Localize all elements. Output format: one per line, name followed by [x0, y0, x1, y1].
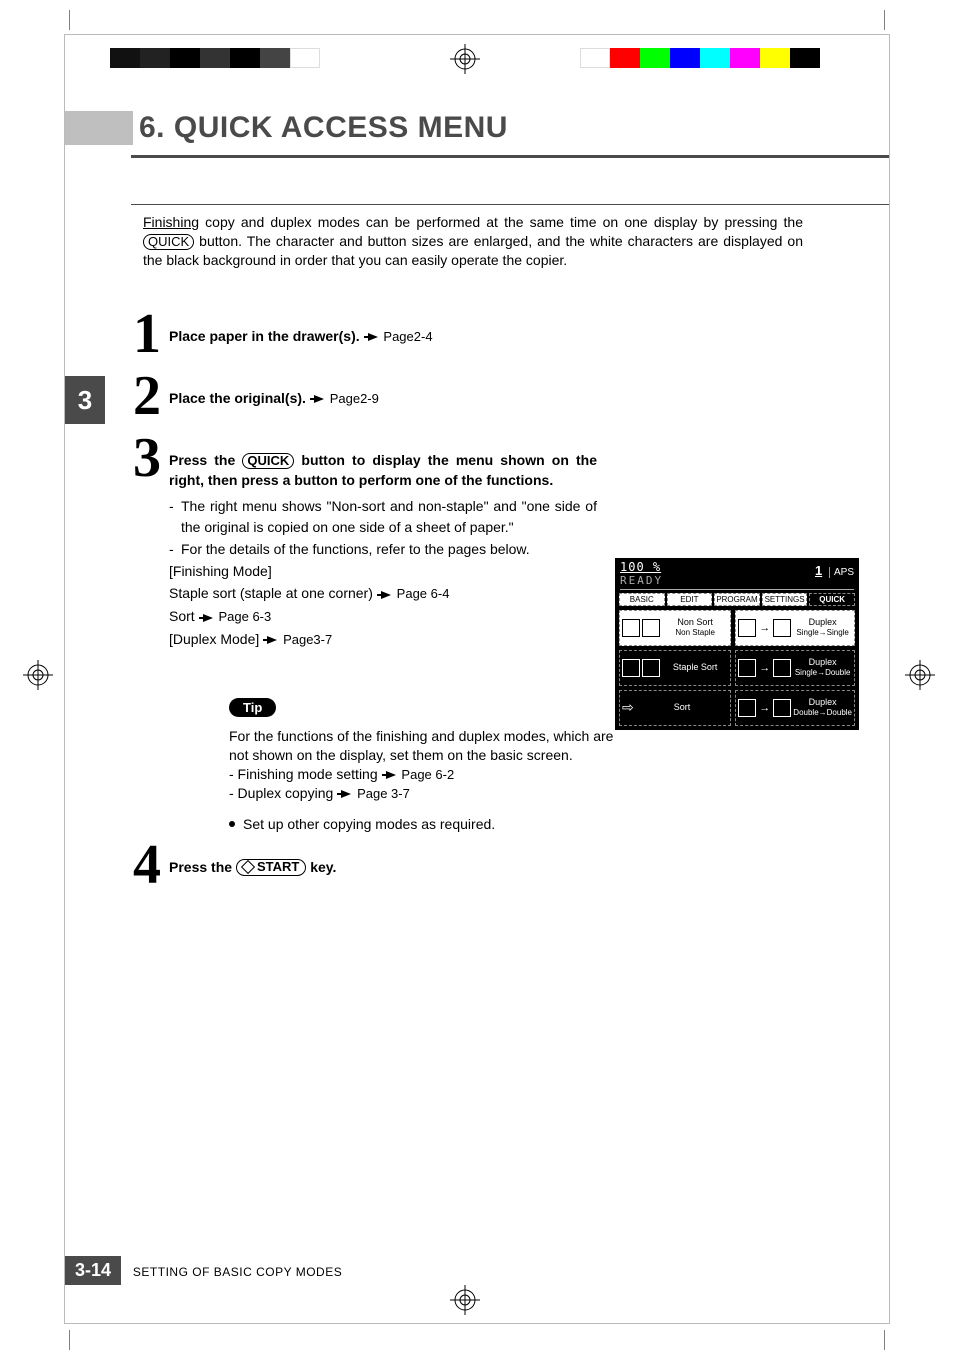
tip-item-1: - Finishing mode setting Page 6-2 [229, 765, 629, 784]
intro-underlined-word: Finishing [143, 214, 199, 230]
arrow-icon [314, 395, 324, 403]
stack-icon [642, 619, 660, 637]
arrow-icon [267, 636, 277, 644]
sort-icon: ⇨ [622, 699, 634, 716]
step-1-title: Place paper in the drawer(s). [169, 328, 360, 344]
stack-icon [622, 619, 640, 637]
step-2-ref: Page2-9 [330, 391, 379, 406]
display-tab-basic[interactable]: BASIC [619, 593, 665, 606]
tip-item-2: - Duplex copying Page 3-7 [229, 784, 629, 803]
finishing-mode-label: [Finishing Mode] [169, 561, 597, 581]
arrow-icon [368, 333, 378, 341]
staple-sort-line: Staple sort (staple at one corner) Page … [169, 583, 597, 604]
arrow-right-icon: → [759, 662, 770, 674]
footer-page-number: 3-14 [65, 1256, 121, 1285]
arrow-icon [386, 771, 396, 779]
stack-icon [622, 659, 640, 677]
step-1: 1 Place paper in the drawer(s). Page2-4 [125, 326, 865, 382]
tip-body: For the functions of the finishing and d… [229, 728, 613, 763]
tip-badge: Tip [229, 698, 276, 717]
display-ready: READY [620, 574, 663, 587]
intro-top-rule [131, 204, 889, 205]
step-number: 3 [125, 430, 169, 486]
step-3-notes: The right menu shows "Non-sort and non-s… [169, 496, 597, 559]
display-btn-duplex-dd[interactable]: → DuplexDouble→Double [735, 690, 855, 726]
page-icon [773, 699, 791, 717]
step-3-title: Press the QUICK button to display the me… [169, 450, 597, 491]
arrow-right-icon: → [759, 622, 770, 634]
step-3: 3 Press the QUICK button to display the … [125, 450, 865, 652]
step-number: 2 [125, 368, 169, 424]
display-tab-quick[interactable]: QUICK [809, 593, 855, 606]
page-frame: 6. QUICK ACCESS MENU Finishing copy and … [64, 34, 890, 1324]
start-key-icon: START [236, 859, 306, 875]
heading-underline-thick [131, 155, 889, 158]
steps-container: 1 Place paper in the drawer(s). Page2-4 … [125, 326, 865, 914]
tip-section: Tip For the functions of the finishing a… [229, 698, 629, 833]
display-btn-staplesort[interactable]: Staple Sort [619, 650, 731, 686]
step-2: 2 Place the original(s). Page2-9 [125, 388, 865, 444]
display-tab-edit[interactable]: EDIT [667, 593, 713, 606]
step-4-title: Press the START key. [169, 859, 336, 875]
display-zoom: 100 % [620, 560, 661, 574]
step-1-ref: Page2-4 [383, 329, 432, 344]
step-3-note-2: For the details of the functions, refer … [169, 539, 597, 559]
crop-mark-br [884, 1320, 914, 1350]
display-tabs: BASIC EDIT PROGRAM SETTINGS QUICK [616, 590, 858, 610]
registration-mark-right [900, 660, 940, 690]
tip-extra: Set up other copying modes as required. [229, 815, 629, 834]
crop-mark-bl [40, 1320, 70, 1350]
step-number: 1 [125, 306, 169, 362]
display-tab-settings[interactable]: SETTINGS [762, 593, 808, 606]
duplex-mode-line: [Duplex Mode] Page3-7 [169, 629, 597, 650]
diamond-icon [241, 860, 255, 874]
page-icon [738, 699, 756, 717]
quick-key-icon: QUICK [242, 453, 294, 469]
arrow-icon [203, 614, 213, 622]
chapter-tab: 3 [65, 376, 105, 424]
arrow-right-icon: → [759, 702, 770, 714]
display-count: 1 [815, 563, 822, 578]
page-icon [773, 619, 791, 637]
heading-row: 6. QUICK ACCESS MENU [65, 111, 889, 145]
step-2-title: Place the original(s). [169, 390, 306, 406]
page-icon [773, 659, 791, 677]
sort-line: Sort Page 6-3 [169, 606, 597, 627]
display-tab-program[interactable]: PROGRAM [714, 593, 760, 606]
display-aps: APS [829, 567, 854, 578]
page-icon [738, 659, 756, 677]
intro-paragraph: Finishing copy and duplex modes can be p… [143, 213, 803, 270]
display-btn-duplex-sd[interactable]: → DuplexSingle→Double [735, 650, 855, 686]
page-footer: 3-14 SETTING OF BASIC COPY MODES [65, 1256, 889, 1285]
footer-section-title: SETTING OF BASIC COPY MODES [133, 1265, 342, 1279]
display-btn-duplex-ss[interactable]: → DuplexSingle→Single [735, 610, 855, 646]
step-number: 4 [125, 837, 169, 893]
step-3-note-1: The right menu shows "Non-sort and non-s… [169, 496, 597, 537]
display-btn-nonsort[interactable]: Non SortNon Staple [619, 610, 731, 646]
heading-accent-bar [65, 111, 133, 145]
page-icon [738, 619, 756, 637]
step-4: 4 Press the START key. [125, 857, 865, 913]
display-btn-sort[interactable]: ⇨ Sort [619, 690, 731, 726]
quick-key-icon: QUICK [143, 234, 194, 250]
copier-display-illustration: 100 % READY 1 APS BASIC EDIT PROGRAM SET… [615, 558, 859, 730]
page-heading: 6. QUICK ACCESS MENU [139, 111, 508, 145]
arrow-icon [381, 591, 391, 599]
stack-icon [642, 659, 660, 677]
registration-mark-left [18, 660, 58, 690]
arrow-icon [341, 790, 351, 798]
